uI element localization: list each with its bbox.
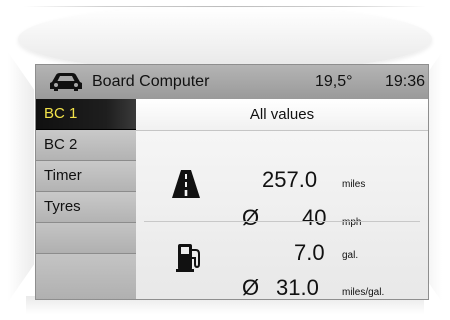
app-title: Board Computer (92, 73, 210, 90)
avg-symbol: Ø (242, 205, 260, 230)
clock: 19:36 (385, 73, 426, 90)
avg-speed-value: 40 (302, 205, 327, 230)
car-icon (50, 73, 82, 91)
avg-consumption-value: 31.0 (276, 275, 319, 300)
bezel-top (18, 8, 432, 70)
road-icon (172, 170, 200, 198)
menu-item-timer[interactable]: Timer (36, 161, 136, 192)
trip-distance-unit: miles (342, 179, 366, 190)
menu-item-empty (36, 223, 136, 254)
fuel-consumed-value: 7.0 (294, 240, 325, 265)
menu-item-tyres[interactable]: Tyres (36, 192, 136, 223)
device-display: Board Computer 19,5° 19:36 BC 1 BC 2 Tim… (0, 0, 450, 320)
avg-speed-unit: mph (342, 217, 362, 228)
page-title: All values (136, 99, 428, 131)
fuel-consumed-unit: gal. (342, 250, 359, 261)
menu-item-bc1[interactable]: BC 1 (36, 99, 136, 130)
section-divider (144, 221, 420, 222)
title-bar: Board Computer 19,5° 19:36 (36, 65, 428, 100)
avg-symbol: Ø (242, 275, 260, 300)
board-computer-screen: Board Computer 19,5° 19:36 BC 1 BC 2 Tim… (35, 64, 429, 300)
side-menu: BC 1 BC 2 Timer Tyres (36, 99, 136, 299)
menu-item-bc2[interactable]: BC 2 (36, 130, 136, 161)
menu-item-empty (36, 254, 136, 299)
outside-temperature: 19,5° (315, 73, 353, 90)
avg-consumption-unit: miles/gal. (342, 287, 385, 298)
bezel-left (8, 52, 34, 302)
trip-distance-value: 257.0 (262, 167, 318, 192)
main-panel: All values 257.0 miles Ø 40 mph 7.0 gal. (136, 99, 428, 299)
bezel-highlight (24, 6, 426, 7)
fuel-pump-icon (176, 244, 200, 272)
